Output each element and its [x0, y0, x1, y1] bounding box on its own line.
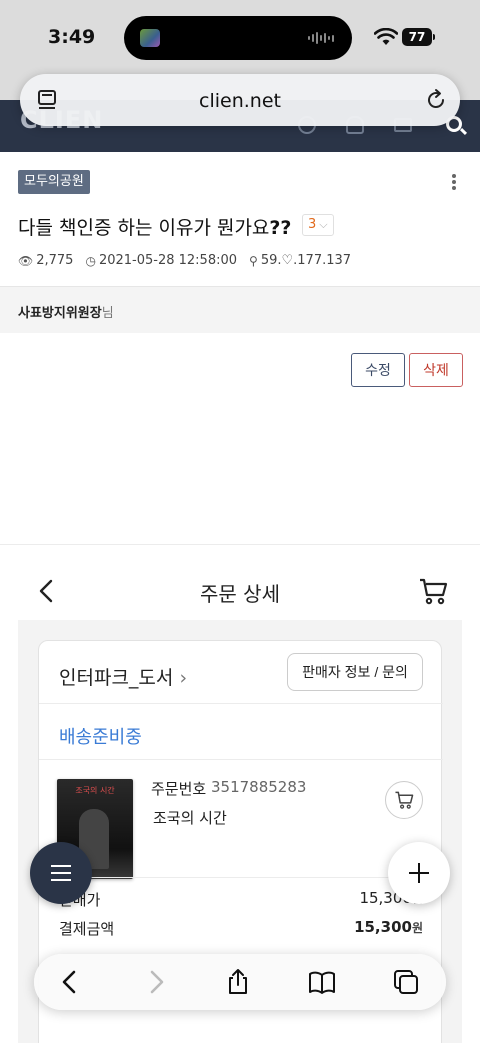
- delete-button[interactable]: 삭제: [409, 353, 463, 387]
- divider: [39, 759, 443, 760]
- edit-button[interactable]: 수정: [351, 353, 405, 387]
- payment-amount: 15,300원: [354, 918, 423, 936]
- address-bar[interactable]: clien.net: [20, 74, 460, 126]
- status-bar: 3:49 77: [0, 0, 480, 76]
- add-to-cart-icon: [385, 781, 423, 819]
- add-button[interactable]: [388, 842, 450, 904]
- board-badge[interactable]: 모두의공원: [18, 170, 90, 194]
- shipping-status: 배송준비중: [59, 727, 142, 748]
- status-time: 3:49: [48, 26, 96, 48]
- chevron-right-icon: ›: [179, 667, 188, 689]
- divider: [39, 877, 443, 878]
- browser-toolbar: [34, 954, 446, 1010]
- currency-unit: 원: [411, 921, 423, 935]
- eye-icon: 👁: [18, 253, 34, 268]
- url-text[interactable]: clien.net: [20, 90, 460, 112]
- reload-icon[interactable]: [424, 88, 448, 112]
- seller-name-text: 인터파크_도서: [59, 667, 174, 689]
- payment-label: 결제금액: [59, 920, 115, 938]
- payment-total: 15,300: [354, 918, 412, 936]
- author-name[interactable]: 사표방지위원장: [18, 306, 102, 321]
- seller-name: 인터파크_도서 ›: [59, 663, 187, 690]
- view-stat: 👁 2,775: [18, 253, 73, 268]
- date-stat: ◷ 2021-05-28 12:58:00: [85, 253, 237, 268]
- post-ip: 59.♡.177.137: [260, 253, 352, 268]
- more-options-icon[interactable]: [452, 174, 458, 190]
- author[interactable]: 사표방지위원장님: [18, 302, 114, 321]
- cart-icon: [420, 578, 448, 605]
- battery-tip: [433, 34, 435, 40]
- bookmarks-icon[interactable]: [308, 968, 336, 996]
- book-cover-title: 조국의 시간: [75, 786, 115, 795]
- ip-stat: ⚲ 59.♡.177.137: [249, 253, 351, 268]
- post-title-marks: ??: [269, 217, 292, 239]
- back-icon[interactable]: [56, 968, 84, 996]
- hamburger-line: [51, 872, 71, 874]
- book-title: 조국의 시간: [153, 809, 227, 827]
- dynamic-island: [124, 16, 352, 60]
- wifi-icon: [374, 28, 398, 45]
- seller-info-button: 판매자 정보 / 문의: [287, 653, 423, 691]
- menu-button[interactable]: [30, 842, 92, 904]
- comment-count-badge[interactable]: 3 ⌵: [302, 214, 334, 236]
- post-title: 다들 책인증 하는 이유가 뭔가요??: [18, 213, 291, 240]
- post-datetime: 2021-05-28 12:58:00: [98, 253, 238, 268]
- audio-wave-icon: [308, 32, 334, 44]
- now-playing-thumbnail: [140, 29, 160, 47]
- order-number-label: 주문번호: [151, 780, 207, 798]
- location-pin-icon: ⚲: [249, 253, 258, 268]
- chevron-down-icon: ⌵: [319, 218, 328, 231]
- post-title-text: 다들 책인증 하는 이유가 뭔가요: [18, 217, 270, 239]
- view-count: 2,775: [36, 253, 74, 268]
- payment-row: 결제금액 15,300원: [59, 918, 423, 939]
- order-title: 주문 상세: [200, 582, 280, 606]
- battery-icon: 77: [402, 28, 432, 46]
- author-suffix: 님: [101, 306, 114, 321]
- hamburger-line: [51, 865, 71, 867]
- hamburger-line: [51, 879, 71, 881]
- author-band: 사표방지위원장님: [0, 287, 480, 333]
- forward-icon[interactable]: [142, 968, 170, 996]
- divider: [0, 544, 480, 545]
- divider: [39, 703, 443, 704]
- order-number: 3517885283: [211, 778, 307, 796]
- clock-icon: ◷: [85, 253, 96, 268]
- comment-count: 3: [308, 217, 317, 232]
- tabs-icon[interactable]: [392, 968, 420, 996]
- share-icon[interactable]: [224, 968, 252, 996]
- sale-price-row: 판매가 15,300원: [59, 889, 423, 910]
- order-header: 주문 상세: [18, 560, 462, 620]
- post-stats: 👁 2,775 ◷ 2021-05-28 12:58:00 ⚲ 59.♡.177.13…: [18, 253, 351, 268]
